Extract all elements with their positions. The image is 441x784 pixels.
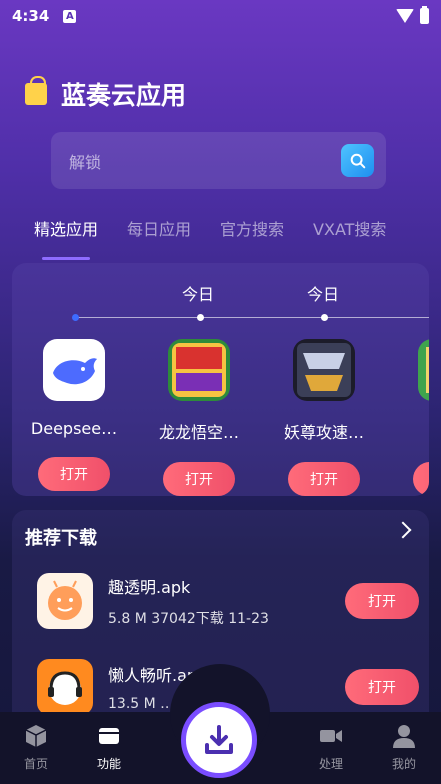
open-button[interactable]: 打开 [288, 462, 360, 496]
lanren-app-icon [37, 659, 93, 715]
shopping-bag-icon [25, 76, 47, 105]
notification-a-icon: A [63, 9, 77, 23]
featured-apps-card: 今日 今日 Deepsee… 打开 龙龙悟空… 打开 妖尊攻速… 打开 守护 打… [12, 263, 429, 496]
nav-label: 我的 [391, 757, 416, 771]
timeline-line [76, 317, 429, 318]
app-name: 龙龙悟空… [158, 423, 239, 442]
search-icon [350, 153, 365, 168]
cube-icon [25, 725, 47, 747]
timeline-label: 今日 [307, 285, 340, 304]
recommend-app-meta: 5.8 M 37042下载 11-23 [108, 611, 269, 627]
timeline-label: 今日 [182, 285, 215, 304]
video-camera-icon [320, 730, 342, 742]
game-shouhu-app-icon[interactable] [418, 339, 429, 401]
timeline-dot [72, 314, 79, 321]
wifi-icon [396, 9, 414, 23]
search-button[interactable] [341, 144, 374, 177]
game-wukong-app-icon[interactable] [168, 339, 230, 401]
search-input[interactable]: 解锁 [69, 149, 101, 173]
featured-app-item[interactable]: 妖尊攻速… 打开 [265, 339, 383, 496]
featured-app-item[interactable]: Deepsee… 打开 [15, 339, 133, 491]
timeline-dot [321, 314, 328, 321]
timeline-dot [197, 314, 204, 321]
list-item[interactable]: 趣透明.apk 5.8 M 37042下载 11-23 打开 [37, 572, 419, 630]
nav-process[interactable]: 处理 [301, 723, 361, 772]
open-button[interactable]: 打开 [413, 462, 429, 496]
tab-daily[interactable]: 每日应用 [127, 216, 191, 250]
featured-app-item[interactable]: 龙龙悟空… 打开 [140, 339, 258, 496]
nav-label: 处理 [318, 757, 343, 771]
featured-app-item[interactable]: 守护 打开 [390, 339, 429, 496]
app-header: 蓝奏云应用 [25, 76, 186, 112]
nav-features[interactable]: 功能 [79, 723, 139, 772]
download-icon [205, 725, 233, 754]
recommend-title: 推荐下载 [25, 528, 97, 549]
status-time: 4:34 [12, 7, 50, 25]
nav-label: 功能 [96, 757, 121, 771]
nav-label: 首页 [23, 757, 48, 771]
open-button[interactable]: 打开 [345, 669, 419, 705]
open-button[interactable]: 打开 [163, 462, 235, 496]
recommend-app-name: 趣透明.apk [108, 578, 191, 597]
search-bar[interactable]: 解锁 [51, 132, 386, 189]
status-bar: 4:34 A [0, 0, 441, 32]
tab-official-search[interactable]: 官方搜索 [220, 216, 284, 250]
open-button[interactable]: 打开 [345, 583, 419, 619]
app-title: 蓝奏云应用 [61, 81, 187, 110]
game-yaozun-app-icon[interactable] [293, 339, 355, 401]
chevron-right-icon[interactable] [394, 521, 412, 539]
deepseek-app-icon[interactable] [43, 339, 105, 401]
app-name: 妖尊攻速… [283, 423, 364, 442]
wallet-icon [99, 728, 119, 744]
nav-profile[interactable]: 我的 [374, 723, 434, 772]
tab-featured[interactable]: 精选应用 [34, 216, 98, 260]
app-name: Deepsee… [30, 419, 118, 438]
qutouming-app-icon [37, 573, 93, 629]
download-button[interactable] [181, 702, 257, 778]
battery-icon [420, 6, 429, 24]
open-button[interactable]: 打开 [38, 457, 110, 491]
nav-home[interactable]: 首页 [6, 723, 66, 772]
category-tabs: 精选应用 每日应用 官方搜索 VXAT搜索 [0, 216, 441, 260]
tab-vxat-search[interactable]: VXAT搜索 [313, 216, 386, 250]
user-icon [393, 725, 415, 748]
